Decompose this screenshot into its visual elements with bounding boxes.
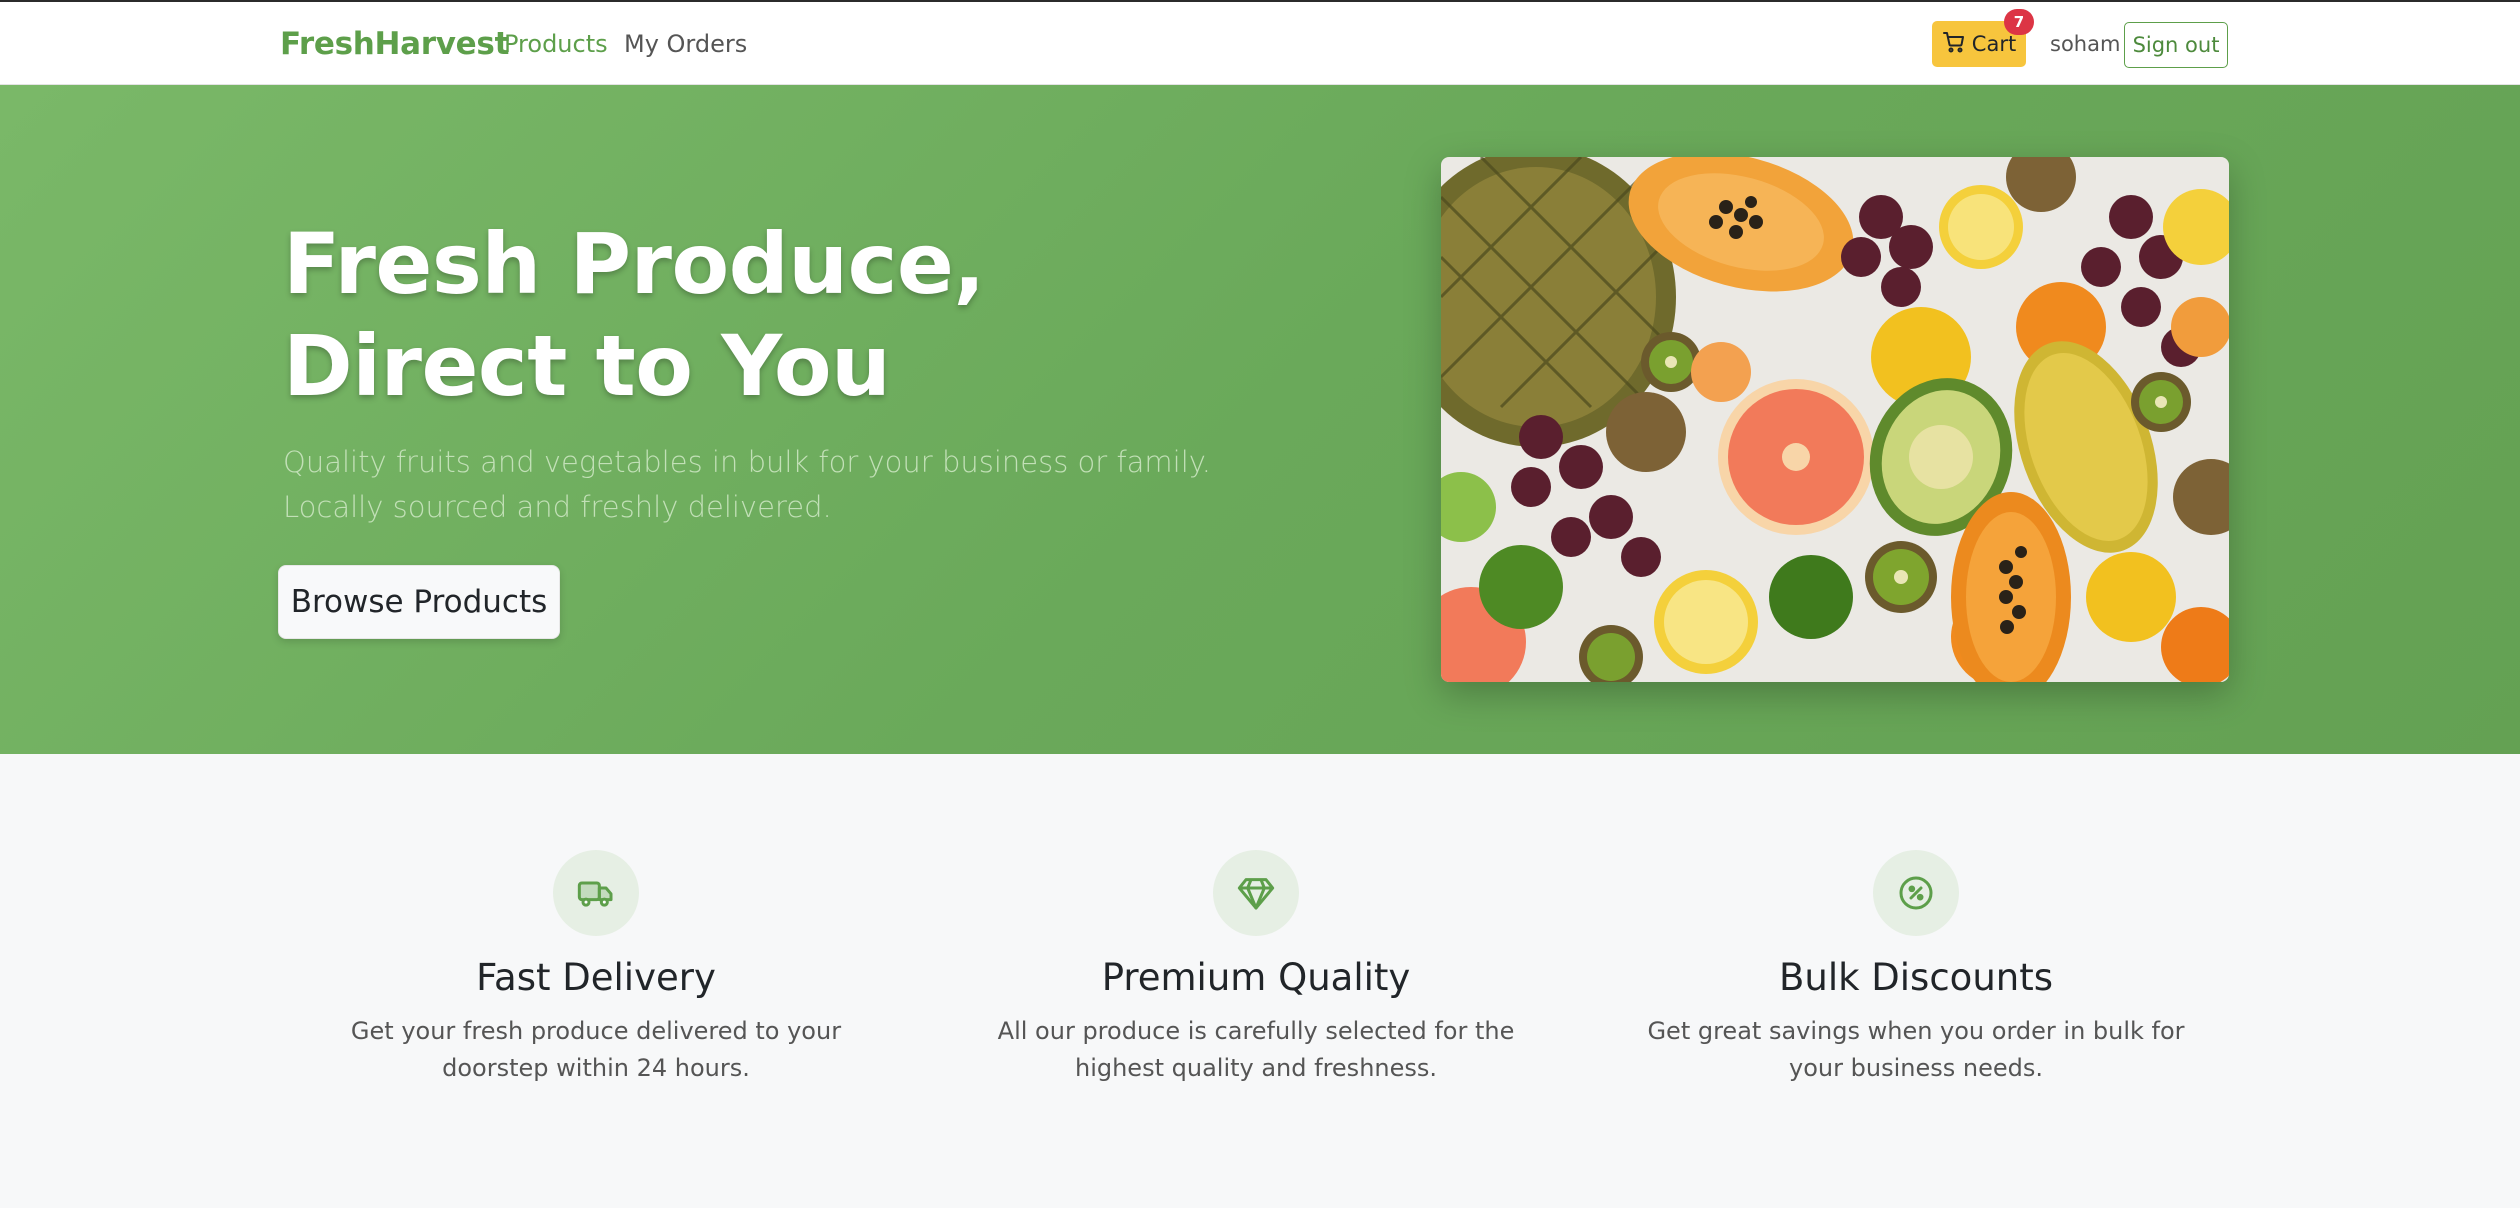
- gem-icon: [1213, 850, 1299, 936]
- truck-icon: [553, 850, 639, 936]
- hero-title: Fresh Produce, Direct to You: [283, 215, 985, 415]
- sign-out-button[interactable]: Sign out: [2124, 22, 2228, 68]
- top-navbar: FreshHarvest Products My Orders Cart 7 s…: [0, 0, 2520, 85]
- feature-title: Fast Delivery: [476, 956, 716, 999]
- nav-link-products[interactable]: Products: [504, 30, 608, 58]
- cart-button[interactable]: Cart 7: [1932, 9, 2034, 67]
- cart-icon: [1942, 30, 1966, 59]
- feature-fast-delivery: Fast Delivery Get your fresh produce del…: [316, 850, 876, 1087]
- hero-subtitle: Quality fruits and vegetables in bulk fo…: [283, 445, 1212, 524]
- feature-description: All our produce is carefully selected fo…: [997, 1017, 1515, 1082]
- feature-description: Get your fresh produce delivered to your…: [350, 1017, 842, 1082]
- hero-fruit-image: [1441, 157, 2229, 682]
- percent-icon: [1873, 850, 1959, 936]
- hero-section: Fresh Produce, Direct to You Quality fru…: [0, 85, 2520, 754]
- username-label: soham: [2050, 32, 2121, 56]
- cart-label: Cart: [1971, 32, 2017, 56]
- feature-description: Get great savings when you order in bulk…: [1647, 1017, 2185, 1082]
- cart-count-badge: 7: [2004, 9, 2034, 35]
- feature-bulk-discounts: Bulk Discounts Get great savings when yo…: [1636, 850, 2196, 1087]
- feature-title: Premium Quality: [1101, 956, 1411, 999]
- feature-title: Bulk Discounts: [1778, 956, 2053, 999]
- nav-link-my-orders[interactable]: My Orders: [624, 30, 747, 58]
- browse-products-button[interactable]: Browse Products: [278, 565, 560, 639]
- brand-logo[interactable]: FreshHarvest: [280, 26, 509, 62]
- feature-premium-quality: Premium Quality All our produce is caref…: [976, 850, 1536, 1087]
